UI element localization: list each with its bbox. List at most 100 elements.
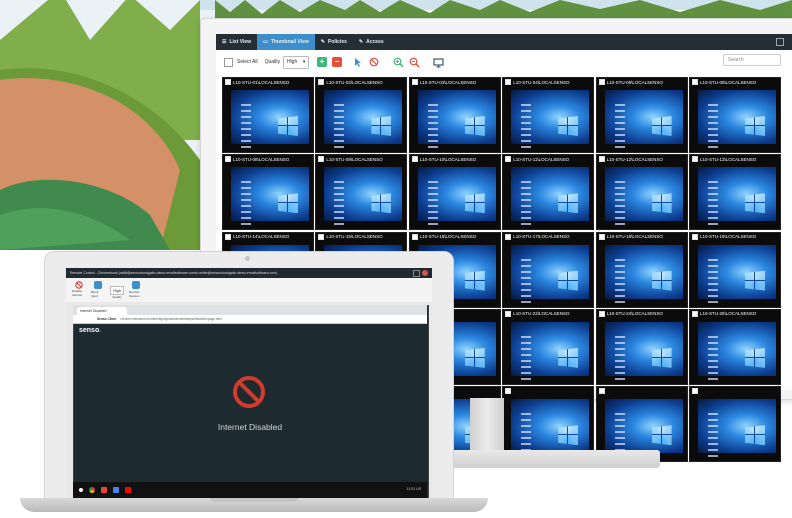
wrench-icon: ✎: [358, 39, 364, 45]
desktop-wallpaper: [511, 244, 590, 307]
tab-list-view[interactable]: ☰ List View: [216, 34, 257, 50]
computer-thumbnail[interactable]: L10-STU-17\LOCALSENSO: [502, 231, 595, 308]
computer-thumbnail[interactable]: L10-STU-19\LOCALSENSO: [689, 231, 781, 308]
add-button[interactable]: +: [317, 57, 328, 67]
thumbnail-checkbox[interactable]: [318, 156, 325, 163]
thumbnail-checkbox[interactable]: [505, 388, 512, 395]
thumbnail-checkbox[interactable]: [411, 233, 418, 240]
computer-thumbnail[interactable]: L10-STU-04\LOCALSENSO: [502, 77, 595, 153]
pointer-button[interactable]: [352, 56, 364, 68]
block-input-button[interactable]: Block Input: [91, 278, 105, 298]
thumbnail-toolbar: Select All Quality High ▾ + −: [216, 50, 792, 74]
thumbnail-checkbox[interactable]: [598, 388, 605, 395]
computer-thumbnail[interactable]: L10-STU-11\LOCALSENSO: [502, 154, 595, 231]
search-placeholder: Search: [728, 57, 744, 63]
youtube-icon[interactable]: [125, 487, 131, 493]
thumbnail-label: L10-STU-14\LOCALSENSO: [233, 234, 290, 240]
address-bar[interactable]: Senso Client chrome-extension://mhkhefbg…: [73, 315, 427, 324]
windows-logo-icon: [371, 193, 392, 214]
windows-logo-icon: [745, 270, 765, 291]
desktop-icons: [614, 258, 625, 307]
thumbnail-checkbox[interactable]: [598, 310, 605, 317]
computer-thumbnail[interactable]: L10-STU-09\LOCALSENSO: [315, 154, 408, 231]
block-button[interactable]: [368, 56, 380, 68]
thumbnail-checkbox[interactable]: [505, 310, 512, 317]
thumbnail-checkbox[interactable]: [692, 233, 698, 240]
computer-thumbnail[interactable]: [689, 386, 781, 463]
chrome-icon[interactable]: [89, 487, 95, 493]
remote-session-button[interactable]: Remote Session: [129, 278, 143, 298]
wrench-icon: ✎: [320, 39, 325, 45]
desktop-icons: [708, 413, 718, 462]
close-icon[interactable]: [422, 270, 428, 276]
zoom-in-button[interactable]: [392, 56, 404, 68]
computer-thumbnail[interactable]: L10-STU-18\LOCALSENSO: [595, 231, 688, 308]
remote-control-toolbar: Disable Internet Block Input High Qualit…: [66, 278, 432, 302]
thumbnail-checkbox[interactable]: [411, 156, 418, 163]
computer-thumbnail[interactable]: L10-STU-03\LOCALSENSO: [408, 77, 501, 153]
thumbnail-label: L10-STU-05\LOCALSENSO: [606, 79, 663, 85]
thumbnail-checkbox[interactable]: [692, 310, 698, 317]
thumbnail-checkbox[interactable]: [598, 156, 605, 163]
maximize-icon[interactable]: [776, 38, 784, 46]
thumbnail-checkbox[interactable]: [598, 233, 605, 240]
brand-name: senso: [79, 327, 100, 334]
thumbnail-header: L10-STU-18\LOCALSENSO: [598, 233, 663, 240]
thumbnail-label: L10-STU-03\LOCALSENSO: [419, 79, 477, 85]
remove-button[interactable]: −: [332, 57, 343, 67]
launcher-icon[interactable]: [79, 488, 83, 492]
tab-thumbnail-view[interactable]: ▭ Thumbnail View: [257, 34, 315, 50]
tab-access[interactable]: ✎ Access: [353, 34, 390, 50]
computer-thumbnail[interactable]: L10-STU-06\LOCALSENSO: [689, 77, 781, 153]
windows-logo-icon: [745, 193, 765, 214]
thumbnail-checkbox[interactable]: [598, 79, 605, 85]
thumbnail-checkbox[interactable]: [225, 156, 231, 163]
computer-thumbnail[interactable]: L10-STU-12\LOCALSENSO: [595, 154, 688, 231]
thumbnail-checkbox[interactable]: [692, 79, 698, 85]
windows-logo-icon: [558, 347, 579, 368]
tab-label: List View: [229, 39, 252, 45]
system-clock[interactable]: 11:31 US: [407, 487, 421, 491]
tab-label: Policies: [327, 39, 347, 45]
computer-thumbnail[interactable]: L10-STU-13\LOCALSENSO: [689, 154, 781, 231]
windows-logo-icon: [464, 116, 485, 136]
thumbnail-checkbox[interactable]: [318, 233, 325, 240]
browser-tab[interactable]: Internet Disabled: [77, 307, 127, 315]
computer-thumbnail[interactable]: L10-STU-05\LOCALSENSO: [595, 77, 688, 153]
computer-thumbnail[interactable]: L10-STU-22\LOCALSENSO: [502, 308, 595, 385]
docs-icon[interactable]: [113, 487, 119, 493]
select-all-checkbox[interactable]: [224, 57, 233, 67]
computer-thumbnail[interactable]: L10-STU-10\LOCALSENSO: [408, 154, 501, 231]
windows-logo-icon: [745, 425, 765, 446]
gmail-icon[interactable]: [101, 487, 107, 493]
computer-thumbnail[interactable]: L10-STU-02\LOCALSENSO: [315, 77, 408, 153]
zoom-out-button[interactable]: [408, 56, 420, 68]
thumbnail-checkbox[interactable]: [225, 233, 231, 240]
disable-internet-button[interactable]: Disable Internet: [72, 278, 86, 297]
quality-select[interactable]: High ▾: [283, 55, 310, 69]
thumbnail-label: L10-STU-22\LOCALSENSO: [513, 311, 570, 317]
present-button[interactable]: [432, 56, 444, 68]
thumbnail-checkbox[interactable]: [505, 233, 512, 240]
computer-thumbnail[interactable]: L10-STU-01\LOCALSENSO: [222, 77, 314, 153]
thumbnail-checkbox[interactable]: [692, 156, 698, 163]
computer-thumbnail[interactable]: L10-STU-25\LOCALSENSO: [689, 308, 781, 385]
thumbnail-checkbox[interactable]: [505, 79, 512, 85]
thumbnail-label: L10-STU-25\LOCALSENSO: [700, 311, 757, 317]
thumbnail-header: L10-STU-19\LOCALSENSO: [692, 233, 756, 240]
thumbnail-header: L10-STU-09\LOCALSENSO: [318, 156, 383, 163]
thumbnail-checkbox[interactable]: [225, 79, 231, 85]
search-input[interactable]: Search: [723, 54, 781, 66]
thumbnail-checkbox[interactable]: [692, 388, 698, 395]
thumbnail-checkbox[interactable]: [411, 79, 418, 85]
desktop-wallpaper: [324, 90, 403, 152]
thumbnail-label: L10-STU-06\LOCALSENSO: [700, 79, 757, 85]
computer-thumbnail[interactable]: L10-STU-24\LOCALSENSO: [595, 308, 688, 385]
desktop-wallpaper: [604, 244, 683, 307]
tab-policies[interactable]: ✎ Policies: [315, 34, 353, 50]
quality-select[interactable]: High Quality: [109, 278, 125, 299]
thumbnail-checkbox[interactable]: [318, 79, 325, 85]
maximize-icon[interactable]: [413, 270, 420, 277]
thumbnail-checkbox[interactable]: [505, 156, 512, 163]
computer-thumbnail[interactable]: L10-STU-08\LOCALSENSO: [222, 154, 314, 231]
